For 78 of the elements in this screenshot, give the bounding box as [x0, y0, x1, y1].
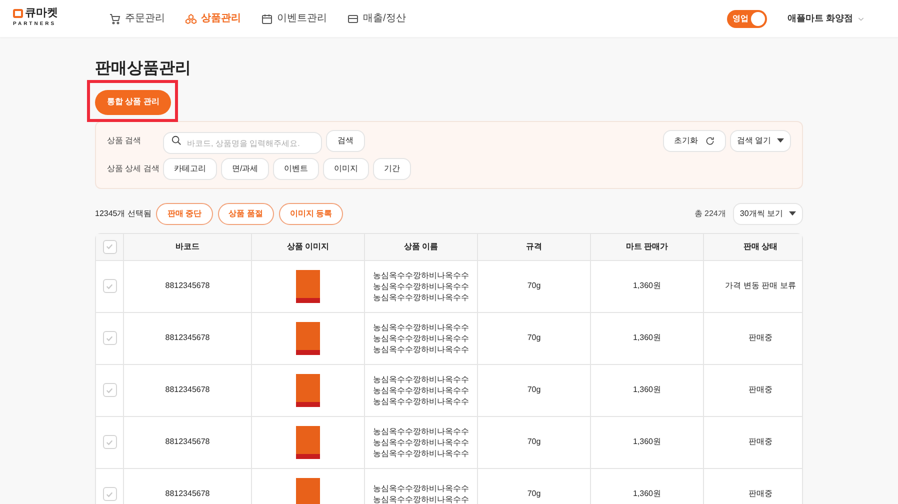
- selected-count: 12345개 선택됨: [95, 208, 152, 220]
- search-field[interactable]: 바코드, 상품명을 입력해주세요.: [163, 132, 322, 154]
- barcode-cell: 8812345678: [165, 280, 210, 292]
- caret-down-icon: [777, 138, 784, 143]
- check-icon: [105, 490, 114, 498]
- caret-down-icon: [789, 211, 796, 216]
- toggle-knob: [751, 12, 766, 26]
- detail-search-label: 상품 상세 검색: [107, 162, 160, 174]
- price-cell: 1,360원: [632, 280, 662, 292]
- price-cell: 1,360원: [632, 488, 662, 500]
- checkbox[interactable]: [102, 331, 116, 345]
- status-cell: 가격 변동 판매 보류: [725, 280, 796, 292]
- calendar-icon: [261, 12, 273, 24]
- nav-link[interactable]: 주문관리: [109, 11, 165, 26]
- check-icon: [105, 242, 114, 251]
- page-title: 판매상품관리: [95, 59, 192, 79]
- checkbox[interactable]: [102, 240, 116, 254]
- checkbox[interactable]: [102, 435, 116, 449]
- barcode-cell: 8812345678: [165, 384, 210, 396]
- photo-placeholder: [296, 478, 320, 504]
- card-icon: [347, 12, 359, 24]
- check-icon: [105, 438, 114, 446]
- barcode-cell: 8812345678: [165, 436, 210, 448]
- filter-button[interactable]: 이미지: [323, 158, 370, 180]
- barcode-cell: 8812345678: [165, 332, 210, 344]
- column-header: 상품 이미지: [286, 240, 330, 252]
- cart-icon: [109, 12, 121, 24]
- search-icon: [171, 135, 182, 146]
- filter-button[interactable]: 기간: [373, 158, 412, 180]
- price-cell: 1,360원: [632, 384, 662, 396]
- product-name-cell: 농심옥수수깡하비나옥수수 농심옥수수깡하비나옥수수: [373, 483, 469, 504]
- photo-placeholder: [296, 270, 320, 302]
- size-cell: 70g: [527, 436, 541, 448]
- size-cell: 70g: [527, 332, 541, 344]
- status-cell: 판매중: [748, 384, 772, 396]
- status-cell: 판매중: [748, 332, 772, 344]
- product-name-cell: 농심옥수수깡하비나옥수수 농심옥수수깡하비나옥수수 농심옥수수깡하비나옥수수: [373, 322, 469, 354]
- size-cell: 70g: [527, 384, 541, 396]
- price-cell: 1,360원: [632, 332, 662, 344]
- column-header: 판매 상태: [743, 240, 778, 252]
- photo-placeholder: [296, 322, 320, 354]
- status-cell: 판매중: [748, 488, 772, 500]
- filter-button[interactable]: 면/과세: [221, 158, 270, 180]
- size-cell: 70g: [527, 280, 541, 292]
- logo-mark-icon: [13, 9, 23, 18]
- checkbox[interactable]: [102, 279, 116, 293]
- photo-placeholder: [296, 426, 320, 458]
- filter-button[interactable]: 카테고리: [163, 158, 217, 180]
- nav-link[interactable]: 이벤트관리: [261, 11, 327, 26]
- boxes-icon: [185, 12, 197, 24]
- check-icon: [105, 334, 114, 342]
- column-header: 상품 이름: [404, 240, 438, 252]
- column-header: 마트 판매가: [626, 240, 668, 252]
- status-cell: 판매중: [748, 436, 772, 448]
- checkbox[interactable]: [102, 487, 116, 501]
- column-header: 바코드: [176, 240, 200, 252]
- filter-button[interactable]: 이벤트: [273, 158, 320, 180]
- column-header: 규격: [526, 240, 542, 252]
- photo-placeholder: [296, 374, 320, 406]
- reset-button[interactable]: 초기화: [662, 130, 726, 152]
- product-name-cell: 농심옥수수깡하비나옥수수 농심옥수수깡하비나옥수수 농심옥수수깡하비나옥수수: [373, 270, 469, 302]
- total-count: 총 224개: [694, 208, 726, 220]
- search-label: 상품 검색: [107, 134, 142, 146]
- product-name-cell: 농심옥수수깡하비나옥수수 농심옥수수깡하비나옥수수 농심옥수수깡하비나옥수수: [373, 374, 469, 406]
- store-selector[interactable]: 애플마트 화양점: [787, 12, 865, 26]
- barcode-cell: 8812345678: [165, 488, 210, 500]
- price-cell: 1,360원: [632, 436, 662, 448]
- check-icon: [105, 282, 114, 290]
- nav-link[interactable]: 매출/정산: [347, 11, 406, 26]
- search-button[interactable]: 검색: [326, 130, 365, 152]
- check-icon: [105, 386, 114, 394]
- logo-text: 큐마켓: [25, 8, 58, 20]
- product-name-cell: 농심옥수수깡하비나옥수수 농심옥수수깡하비나옥수수 농심옥수수깡하비나옥수수: [373, 426, 469, 458]
- refresh-icon: [704, 136, 715, 146]
- page-size-select[interactable]: 30개씩 보기: [732, 202, 803, 224]
- checkbox[interactable]: [102, 383, 116, 397]
- size-cell: 70g: [527, 488, 541, 500]
- expand-search-button[interactable]: 검색 열기: [730, 130, 791, 152]
